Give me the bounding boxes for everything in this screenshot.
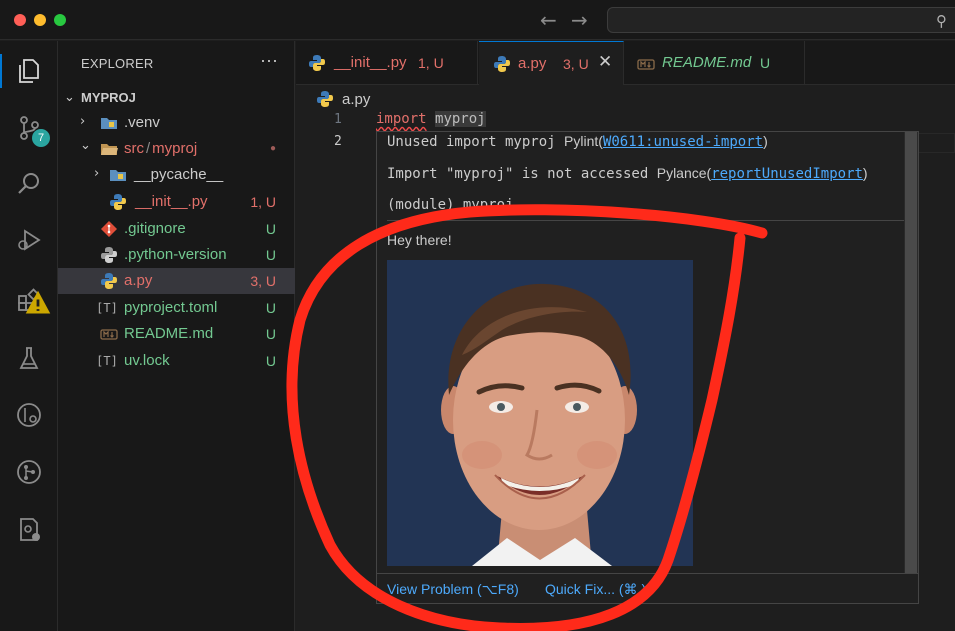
hover-status-bar: View Problem (⌥F8) Quick Fix... (⌘.) <box>377 573 918 603</box>
chevron-right-icon: › <box>80 114 86 129</box>
scm-count-badge: 7 <box>32 129 50 147</box>
markdown-file-icon <box>637 55 655 73</box>
import-keyword: import <box>376 111 427 127</box>
hover-separator <box>387 220 907 221</box>
activity-bar: 7 <box>0 41 58 631</box>
python-file-icon <box>100 272 118 290</box>
tree-item-python-version[interactable]: .python-version U <box>58 242 295 268</box>
explorer-icon[interactable] <box>12 54 46 88</box>
line-number: 1 <box>334 112 342 127</box>
python-folder-icon <box>100 114 118 132</box>
pylance-rule-link[interactable]: reportUnusedImport <box>711 166 863 182</box>
close-tab-icon[interactable]: ✕ <box>598 52 612 72</box>
title-bar: ← → ⚲ <box>0 0 955 40</box>
tree-item-uv-lock[interactable]: [T] uv.lock U <box>58 348 295 374</box>
warning-icon <box>24 289 52 322</box>
tree-item-a-py[interactable]: a.py 3, U <box>58 268 295 294</box>
forward-arrow-icon[interactable]: → <box>571 8 588 32</box>
python-file-icon <box>493 55 511 73</box>
view-problem-link[interactable]: View Problem (⌥F8) <box>387 581 519 598</box>
minimize-window-button[interactable] <box>34 14 46 26</box>
code-line-1[interactable]: import myproj <box>376 111 486 127</box>
tree-item-pyproject-toml[interactable]: [T] pyproject.toml U <box>58 295 295 321</box>
back-arrow-icon[interactable]: ← <box>540 8 557 32</box>
python-file-icon <box>316 90 334 108</box>
active-indicator <box>0 54 2 88</box>
diagnostic-pylance: Import "myproj" is not accessed Pylance(… <box>387 165 868 182</box>
git-file-icon <box>100 220 118 238</box>
run-debug-icon[interactable] <box>12 223 46 257</box>
hover-signature: (module) myproj <box>387 197 514 213</box>
explorer-sidebar: EXPLORER ··· ⌄ MYPROJ › .venv ⌄ src / mypr… <box>58 41 295 631</box>
tree-item-venv[interactable]: › .venv <box>58 110 295 136</box>
command-center-search[interactable]: ⚲ <box>607 7 955 33</box>
diagnostic-pylint: Unused import myproj Pylint(W0611:unused… <box>387 133 768 150</box>
tree-item-init-py[interactable]: __init__.py 1, U <box>58 189 295 215</box>
chevron-down-icon: ⌄ <box>64 89 75 105</box>
markdown-file-icon <box>100 325 118 343</box>
tab-init-py[interactable]: __init__.py 1, U <box>296 41 478 85</box>
modified-dot: ● <box>269 143 276 154</box>
close-window-button[interactable] <box>14 14 26 26</box>
remote-explorer-icon[interactable] <box>12 398 46 432</box>
tab-readme-md[interactable]: README.md U <box>625 41 805 85</box>
tree-item-gitignore[interactable]: .gitignore U <box>58 216 295 242</box>
line-number: 2 <box>334 134 342 149</box>
breadcrumb[interactable]: a.py <box>316 88 370 110</box>
python-file-icon <box>109 193 127 211</box>
source-control-icon[interactable]: 7 <box>12 111 50 147</box>
settings-sync-icon[interactable] <box>12 513 46 547</box>
hover-scrollbar[interactable] <box>904 132 918 574</box>
git-graph-icon[interactable] <box>12 455 46 489</box>
docstring-text: Hey there! <box>387 232 452 248</box>
toml-file-icon: [T] <box>96 301 118 315</box>
python-file-icon <box>308 54 326 72</box>
search-icon[interactable] <box>12 167 46 201</box>
portrait-image <box>387 260 693 566</box>
maximize-window-button[interactable] <box>54 14 66 26</box>
extensions-icon[interactable] <box>12 284 51 318</box>
search-icon: ⚲ <box>936 12 947 30</box>
python-gray-icon <box>100 246 118 264</box>
folder-root-myproj[interactable]: ⌄ MYPROJ <box>58 84 295 110</box>
hover-tooltip: Unused import myproj Pylint(W0611:unused… <box>376 131 919 604</box>
tree-item-readme-md[interactable]: README.md U <box>58 321 295 347</box>
module-name: myproj <box>435 111 486 127</box>
tree-item-pycache[interactable]: › __pycache__ <box>58 162 295 188</box>
quick-fix-link[interactable]: Quick Fix... (⌘.) <box>545 581 646 598</box>
testing-flask-icon[interactable] <box>12 341 46 375</box>
scrollbar-thumb[interactable] <box>905 132 917 574</box>
breadcrumb-file[interactable]: a.py <box>342 91 370 108</box>
tree-item-src-myproj[interactable]: ⌄ src / myproj ● <box>58 136 295 162</box>
toml-file-icon: [T] <box>96 354 118 368</box>
open-folder-icon <box>100 140 118 158</box>
tab-a-py[interactable]: a.py 3, U ✕ <box>479 41 624 85</box>
chevron-down-icon: ⌄ <box>80 138 91 153</box>
pylint-rule-link[interactable]: W0611:unused-import <box>603 134 763 150</box>
more-actions-icon[interactable]: ··· <box>260 50 278 71</box>
editor-tabs: __init__.py 1, U a.py 3, U ✕ README.md U <box>296 41 955 85</box>
chevron-right-icon: › <box>94 166 100 181</box>
python-folder-icon <box>109 166 127 184</box>
explorer-title: EXPLORER <box>81 56 154 71</box>
